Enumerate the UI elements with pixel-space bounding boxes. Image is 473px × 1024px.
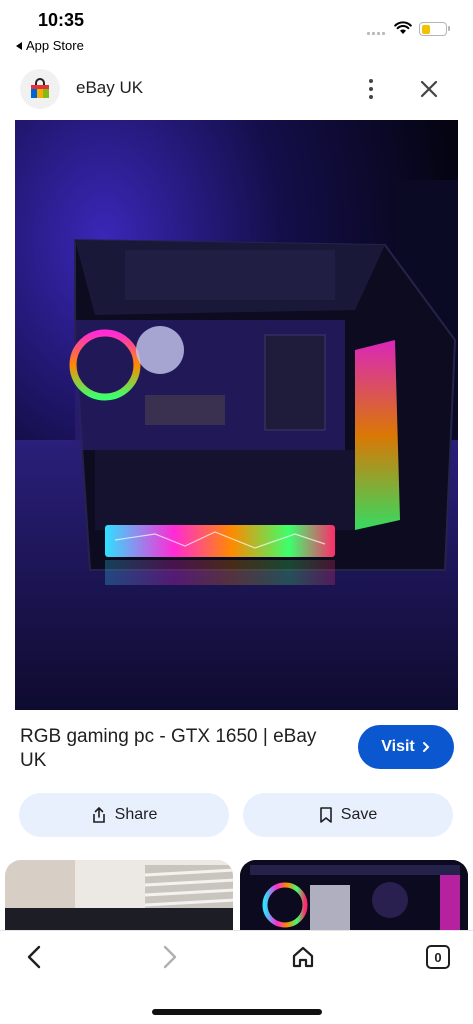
share-icon xyxy=(92,806,105,823)
product-image[interactable] xyxy=(15,120,458,710)
ebay-bag-icon xyxy=(20,69,60,109)
status-time: 10:35 xyxy=(38,10,85,30)
chevron-right-icon xyxy=(422,742,430,752)
related-image-thumbnail[interactable] xyxy=(240,860,468,930)
signal-icon xyxy=(367,32,385,35)
lens-header: eBay UK xyxy=(0,60,473,118)
wifi-icon xyxy=(394,21,412,34)
forward-arrow-icon xyxy=(163,945,177,969)
more-options-icon[interactable] xyxy=(358,74,384,104)
home-indicator xyxy=(152,1009,322,1015)
related-image-thumbnail[interactable] xyxy=(5,860,233,930)
back-app-label: App Store xyxy=(26,38,84,53)
back-to-app-link[interactable]: App Store xyxy=(16,38,84,53)
status-bar: 10:35 App Store xyxy=(0,0,473,58)
room-photo xyxy=(5,860,233,930)
tabs-icon[interactable]: 0 xyxy=(426,945,450,969)
back-triangle-icon xyxy=(16,41,22,50)
share-label: Share xyxy=(114,806,158,823)
bookmark-icon xyxy=(319,807,332,823)
battery-icon xyxy=(419,22,450,36)
visit-button[interactable]: Visit xyxy=(358,725,454,769)
site-title: eBay UK xyxy=(76,78,144,97)
back-arrow-icon[interactable] xyxy=(22,943,48,971)
browser-toolbar: 0 xyxy=(0,930,473,1024)
close-icon[interactable] xyxy=(416,76,442,102)
result-title[interactable]: RGB gaming pc - GTX 1650 | eBay UK xyxy=(20,725,340,773)
save-label: Save xyxy=(340,806,378,823)
share-button[interactable]: Share xyxy=(19,793,229,837)
rgb-pc-photo xyxy=(240,860,468,930)
visit-label: Visit xyxy=(381,738,415,755)
save-button[interactable]: Save xyxy=(243,793,453,837)
gaming-pc-illustration xyxy=(15,120,458,710)
home-icon[interactable] xyxy=(290,943,316,971)
